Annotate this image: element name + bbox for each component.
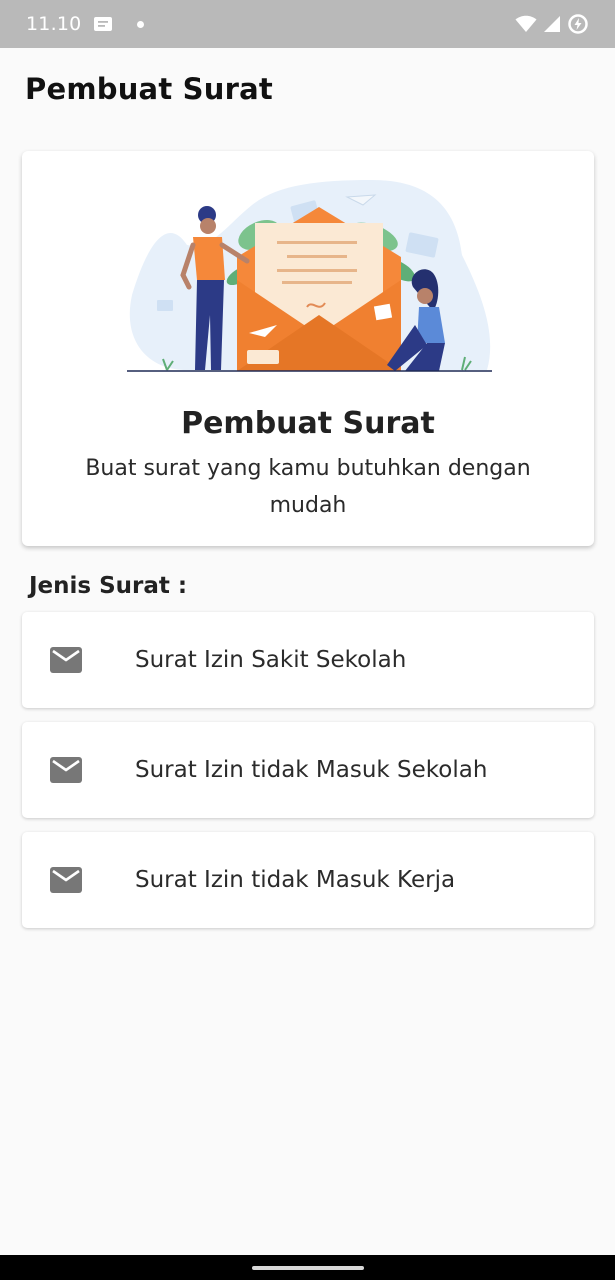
letter-item-label: Surat Izin Sakit Sekolah (135, 647, 407, 673)
status-bar: 11.10 (0, 0, 615, 48)
status-time: 11.10 (26, 13, 82, 35)
letter-item-izin-tidak-masuk-kerja[interactable]: Surat Izin tidak Masuk Kerja (22, 832, 594, 928)
page-title: Pembuat Surat (25, 72, 273, 106)
wifi-icon (515, 15, 537, 32)
letter-item-izin-sakit-sekolah[interactable]: Surat Izin Sakit Sekolah (22, 612, 594, 708)
notification-dot-icon (137, 20, 145, 28)
mail-icon (50, 867, 82, 893)
mail-icon (50, 647, 82, 673)
navigation-bar (0, 1255, 615, 1280)
hero-subtitle: Buat surat yang kamu butuhkan dengan mud… (85, 456, 531, 518)
hero-title: Pembuat Surat (181, 406, 435, 441)
mail-icon (50, 757, 82, 783)
letter-item-izin-tidak-masuk-sekolah[interactable]: Surat Izin tidak Masuk Sekolah (22, 722, 594, 818)
envelope-illustration (127, 180, 492, 372)
signal-icon (544, 16, 560, 32)
letter-item-label: Surat Izin tidak Masuk Sekolah (135, 757, 488, 783)
letter-item-label: Surat Izin tidak Masuk Kerja (135, 867, 456, 893)
section-title: Jenis Surat : (29, 573, 188, 599)
battery-saver-icon (568, 14, 588, 34)
message-icon (94, 17, 113, 31)
hero-card: Pembuat Surat Buat surat yang kamu butuh… (22, 151, 594, 546)
home-gesture-handle[interactable] (252, 1266, 364, 1270)
